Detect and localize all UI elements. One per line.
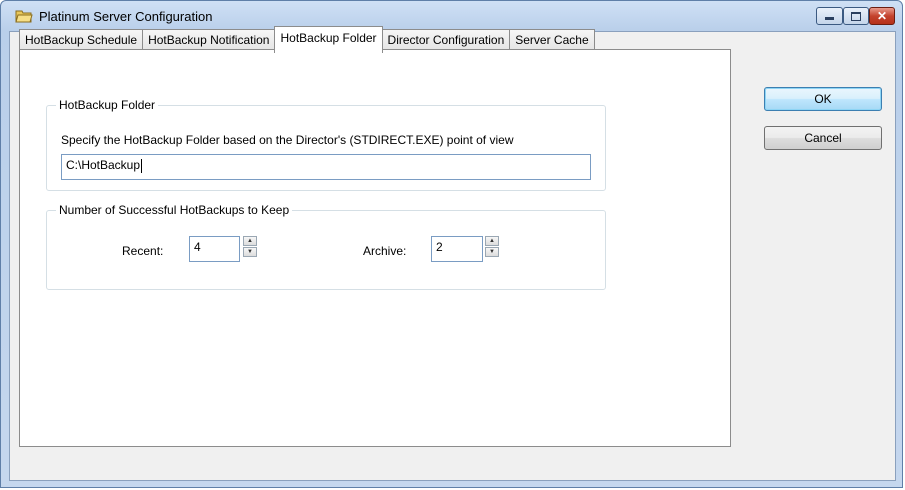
tab-hotbackup-folder[interactable]: HotBackup Folder — [274, 26, 383, 53]
recent-value: 4 — [194, 240, 201, 254]
minimize-icon — [825, 17, 834, 20]
group-title-keep: Number of Successful HotBackups to Keep — [56, 203, 293, 217]
recent-spin-down[interactable]: ▼ — [243, 247, 257, 257]
tab-panel: HotBackup Folder Specify the HotBackup F… — [19, 49, 731, 447]
folder-icon — [15, 10, 33, 23]
tab-director-configuration[interactable]: Director Configuration — [381, 29, 511, 51]
group-title-folder: HotBackup Folder — [56, 98, 159, 112]
close-icon: ✕ — [876, 9, 888, 23]
tab-hotbackup-schedule[interactable]: HotBackup Schedule — [19, 29, 144, 51]
maximize-button[interactable] — [843, 7, 869, 25]
folder-description: Specify the HotBackup Folder based on th… — [61, 133, 514, 147]
hotbackup-folder-group: HotBackup Folder Specify the HotBackup F… — [46, 98, 606, 191]
recent-spinner: ▲ ▼ — [243, 236, 259, 261]
close-button[interactable]: ✕ — [869, 7, 895, 25]
text-cursor — [141, 158, 143, 173]
archive-input[interactable]: 2 — [431, 236, 483, 262]
archive-spin-up[interactable]: ▲ — [485, 236, 499, 246]
folder-path-input[interactable]: C:\HotBackup — [61, 154, 591, 180]
maximize-icon — [851, 11, 861, 21]
cancel-button[interactable]: Cancel — [764, 126, 882, 150]
minimize-button[interactable] — [816, 7, 843, 25]
folder-path-value: C:\HotBackup — [66, 158, 141, 172]
dialog-window: Platinum Server Configuration ✕ HotBacku… — [0, 0, 903, 488]
archive-spinner: ▲ ▼ — [485, 236, 501, 261]
tab-server-cache[interactable]: Server Cache — [509, 29, 595, 51]
archive-value: 2 — [436, 240, 443, 254]
ok-button[interactable]: OK — [764, 87, 882, 111]
window-title: Platinum Server Configuration — [39, 9, 213, 24]
recent-spin-up[interactable]: ▲ — [243, 236, 257, 246]
keep-count-group: Number of Successful HotBackups to Keep … — [46, 203, 606, 290]
archive-spin-down[interactable]: ▼ — [485, 247, 499, 257]
archive-label: Archive: — [363, 244, 407, 258]
recent-input[interactable]: 4 — [189, 236, 240, 262]
tab-strip: HotBackup Schedule HotBackup Notificatio… — [19, 26, 595, 53]
tab-hotbackup-notification[interactable]: HotBackup Notification — [142, 29, 276, 51]
recent-label: Recent: — [122, 244, 164, 258]
